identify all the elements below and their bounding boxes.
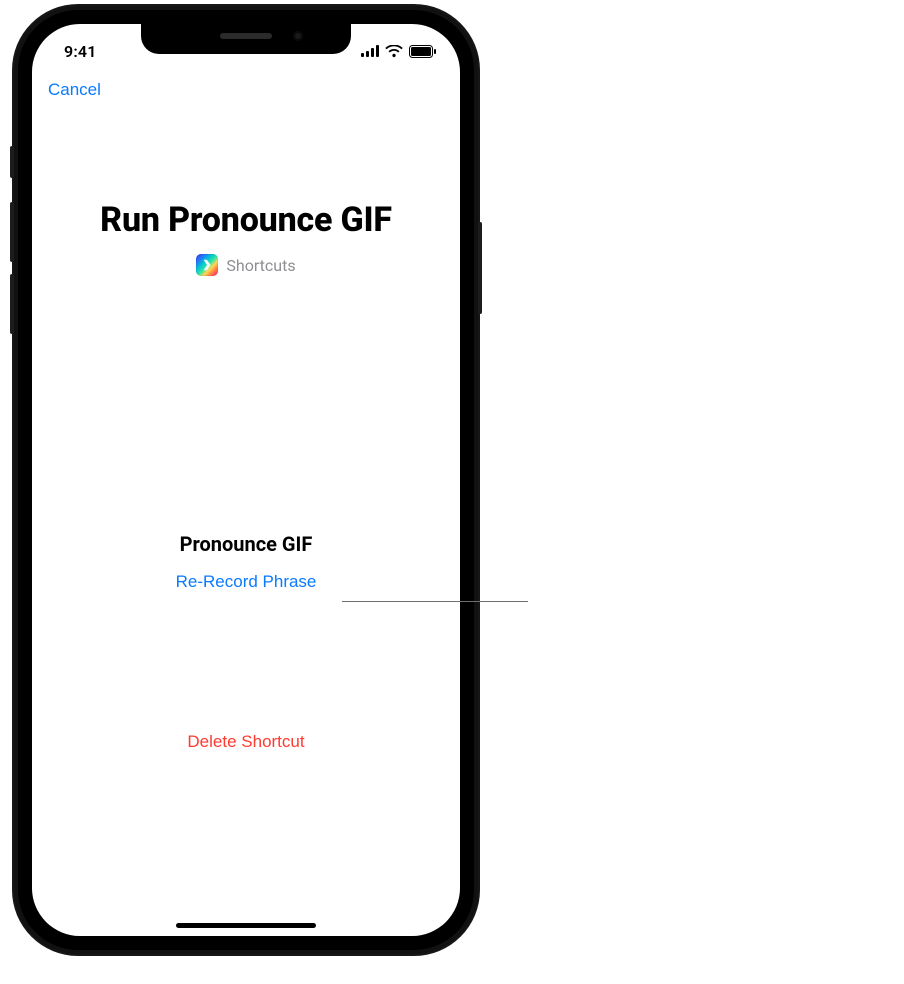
- notch: [141, 24, 351, 54]
- side-button: [478, 222, 482, 314]
- mute-switch: [10, 146, 14, 178]
- cancel-button[interactable]: Cancel: [48, 80, 101, 100]
- nav-bar: Cancel: [32, 68, 460, 112]
- app-source-label: Shortcuts: [226, 256, 295, 275]
- cellular-icon: [361, 45, 379, 57]
- status-right-cluster: [361, 35, 438, 58]
- volume-down-button: [10, 274, 14, 334]
- re-record-phrase-button[interactable]: Re-Record Phrase: [176, 572, 317, 592]
- earpiece-speaker: [220, 33, 272, 39]
- app-source: Shortcuts: [196, 254, 295, 276]
- status-time: 9:41: [54, 32, 97, 61]
- front-camera: [293, 31, 303, 41]
- screen: 9:41: [32, 24, 460, 936]
- delete-block: Delete Shortcut: [32, 732, 460, 752]
- phrase-block: Pronounce GIF Re-Record Phrase: [32, 532, 460, 592]
- title-block: Run Pronounce GIF Shortcuts: [32, 200, 460, 276]
- phrase-title: Pronounce GIF: [32, 532, 460, 556]
- home-indicator[interactable]: [176, 923, 316, 928]
- shortcuts-app-icon: [196, 254, 218, 276]
- callout-line: [342, 601, 528, 602]
- content-area: Cancel Run Pronounce GIF Shortcuts: [32, 24, 460, 936]
- phone-frame: 9:41: [14, 6, 478, 954]
- delete-shortcut-button[interactable]: Delete Shortcut: [187, 732, 304, 752]
- battery-icon: [409, 45, 436, 58]
- page-title: Run Pronounce GIF: [32, 200, 460, 240]
- volume-up-button: [10, 202, 14, 262]
- wifi-icon: [385, 45, 403, 58]
